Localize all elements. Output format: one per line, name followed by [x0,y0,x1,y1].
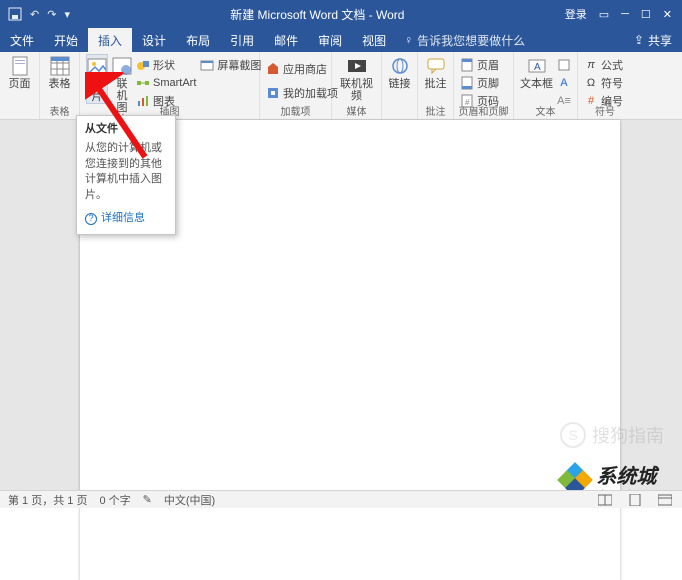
wordart-button[interactable]: A [557,74,571,91]
picture-button[interactable]: 图片 [86,54,108,104]
header-button[interactable]: 页眉 [460,56,499,73]
screenshot-icon [200,58,214,72]
footer-button[interactable]: 页脚 [460,74,499,91]
group-symbols: π公式 Ω符号 #编号 符号 [578,52,632,119]
group-media-label: 媒体 [332,103,381,119]
shapes-icon [136,58,150,72]
tab-view[interactable]: 视图 [352,28,396,52]
svg-text:A: A [534,62,541,73]
tab-design[interactable]: 设计 [132,28,176,52]
screenshot-button[interactable]: 屏幕截图 [200,56,261,73]
group-illustrations: 图片 联机图片 形状 SmartArt 图表 屏幕截图 插图 [80,52,260,119]
status-words[interactable]: 0 个字 [99,492,130,508]
picture-icon [87,57,107,77]
textbox-button[interactable]: A 文本框 [520,54,553,90]
undo-icon[interactable]: ↶ [30,8,39,21]
equation-button[interactable]: π公式 [584,56,623,73]
shapes-button[interactable]: 形状 [136,56,196,73]
group-tables: 表格 表格 [40,52,80,119]
sogou-logo-icon: S [560,422,586,448]
link-icon [390,56,410,76]
weblayout-icon[interactable] [656,493,674,507]
tell-me[interactable]: ♀告诉我您想要做什么 [404,28,525,52]
store-button[interactable]: 应用商店 [266,60,338,77]
group-media: 联机视频 媒体 [332,52,382,119]
close-icon[interactable]: ✕ [663,8,672,21]
comment-button[interactable]: 批注 [424,54,447,90]
wordart-icon: A [557,76,571,90]
printlayout-icon[interactable] [626,493,644,507]
footer-icon [460,76,474,90]
page-icon [10,56,30,76]
tooltip-title: 从文件 [85,122,167,137]
smartart-icon [136,76,150,90]
group-pages: 页面 [0,52,40,119]
tab-mailings[interactable]: 邮件 [264,28,308,52]
group-comments-label: 批注 [418,103,453,119]
status-proofing-icon[interactable]: ✎ [143,493,152,506]
video-icon [347,56,367,76]
document-title: 新建 Microsoft Word 文档 - Word [70,6,565,23]
links-button[interactable]: 链接 [388,54,411,90]
symbol-icon: Ω [584,76,598,90]
group-addins: 应用商店 我的加载项 加载项 [260,52,332,119]
watermark-sogou: S 搜狗指南 [560,422,664,448]
quick-access-toolbar: ↶ ↷ ▾ [0,7,70,21]
save-icon[interactable] [8,7,22,21]
tab-references[interactable]: 引用 [220,28,264,52]
group-text: A 文本框 A A≡ 文本 [514,52,578,119]
tooltip-body: 从您的计算机或您连接到的其他计算机中插入图片。 [85,141,167,203]
login-link[interactable]: 登录 [565,6,587,22]
textbox-icon: A [527,56,547,76]
help-icon: ? [85,213,97,225]
group-tables-label: 表格 [40,103,79,119]
minimize-icon[interactable]: ─ [621,8,629,20]
status-bar: 第 1 页，共 1 页 0 个字 ✎ 中文(中国) [0,490,682,508]
table-icon [50,56,70,76]
quickparts-button[interactable] [557,56,571,73]
bulb-icon: ♀ [404,33,413,47]
pages-button[interactable]: 页面 [6,54,33,90]
window-controls: 登录 ▭ ─ ☐ ✕ [565,6,682,22]
parts-icon [557,58,571,72]
tab-layout[interactable]: 布局 [176,28,220,52]
smartart-button[interactable]: SmartArt [136,74,196,91]
store-icon [266,62,280,76]
header-icon [460,58,474,72]
ribbon-tabs: 文件 开始 插入 设计 布局 引用 邮件 审阅 视图 ♀告诉我您想要做什么 ⇪共… [0,28,682,52]
online-video-button[interactable]: 联机视频 [338,54,375,102]
group-headerfooter: 页眉 页脚 #页码 页眉和页脚 [454,52,514,119]
tooltip-more-link[interactable]: ?详细信息 [85,211,167,226]
share-icon: ⇪ [634,33,644,47]
status-page[interactable]: 第 1 页，共 1 页 [8,492,87,508]
addin-icon [266,86,280,100]
ribbon: 页面 表格 表格 图片 联机图片 形状 SmartArt 图表 [0,52,682,120]
equation-icon: π [584,58,598,72]
ribbon-options-icon[interactable]: ▭ [599,8,609,21]
qat-more-icon[interactable]: ▾ [64,8,70,21]
group-comments: 批注 批注 [418,52,454,119]
table-button[interactable]: 表格 [46,54,73,90]
comment-icon [426,56,446,76]
tab-file[interactable]: 文件 [0,28,44,52]
tab-home[interactable]: 开始 [44,28,88,52]
tab-review[interactable]: 审阅 [308,28,352,52]
redo-icon[interactable]: ↷ [47,8,56,21]
readmode-icon[interactable] [596,493,614,507]
group-text-label: 文本 [514,103,577,119]
online-picture-icon [112,56,132,76]
share-button[interactable]: ⇪共享 [624,28,682,52]
picture-tooltip: 从文件 从您的计算机或您连接到的其他计算机中插入图片。 ?详细信息 [76,115,176,235]
tab-insert[interactable]: 插入 [88,28,132,52]
group-symbols-label: 符号 [578,103,632,119]
group-links: 链接 [382,52,418,119]
symbol-button[interactable]: Ω符号 [584,74,623,91]
group-addins-label: 加载项 [260,103,331,119]
title-bar: ↶ ↷ ▾ 新建 Microsoft Word 文档 - Word 登录 ▭ ─… [0,0,682,28]
maximize-icon[interactable]: ☐ [641,8,651,21]
group-headerfooter-label: 页眉和页脚 [454,103,513,119]
myaddins-button[interactable]: 我的加载项 [266,84,338,101]
status-language[interactable]: 中文(中国) [164,492,215,508]
